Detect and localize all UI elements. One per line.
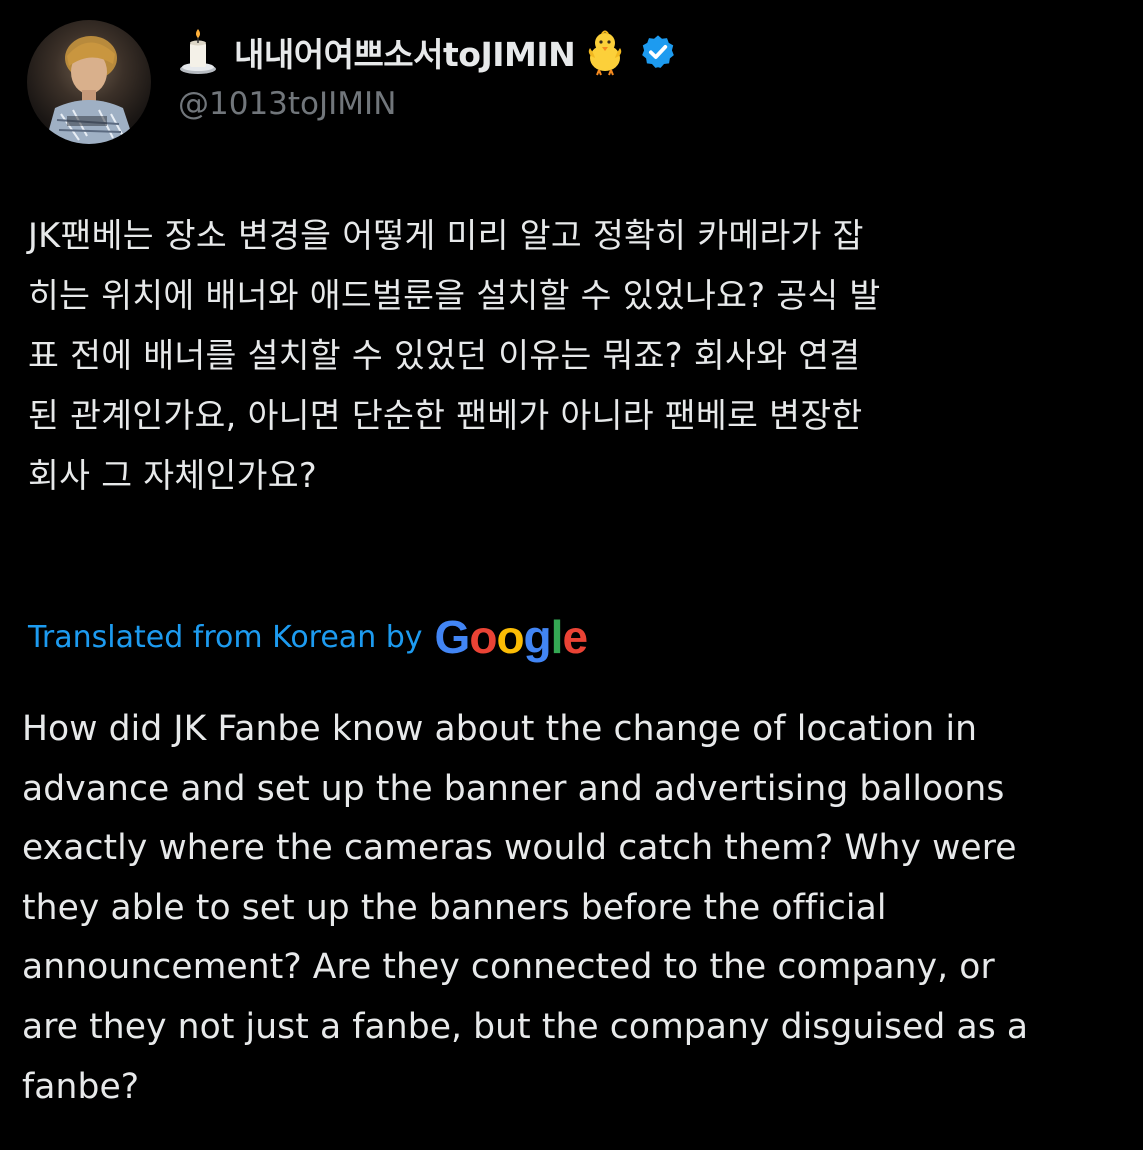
google-logo-letter: e (562, 611, 588, 663)
translation-line: exactly where the cameras would catch th… (22, 828, 1017, 869)
translation-line: How did JK Fanbe know about the change o… (22, 709, 978, 749)
baby-chick-icon (581, 28, 629, 76)
display-name[interactable]: 내내어여쁘소서toJIMIN (234, 28, 576, 76)
tweet-translation-text: How did JK Fanbe know about the change o… (22, 700, 1132, 1117)
google-logo: Google (434, 610, 588, 664)
verified-badge-icon[interactable] (639, 33, 677, 71)
google-logo-letter: o (469, 611, 497, 663)
translation-line: are they not just a fanbe, but the compa… (22, 1006, 1029, 1047)
google-logo-letter: G (434, 611, 471, 663)
tweet: 내내어여쁘소서toJIMIN @1013toJIMIN JK팬베는 장소 변경을… (0, 0, 1143, 1150)
translation-attribution[interactable]: Translated from Korean by Google (28, 610, 588, 664)
google-logo-letter: o (496, 611, 524, 663)
tweet-header: 내내어여쁘소서toJIMIN @1013toJIMIN (178, 24, 677, 134)
translation-line: they able to set up the banners before t… (22, 887, 887, 928)
original-line: 히는 위치에 배너와 애드벌룬을 설치할 수 있었나요? 공식 발 (28, 276, 881, 315)
original-line: 된 관계인가요, 아니면 단순한 팬베가 아니라 팬베로 변장한 (28, 396, 863, 435)
original-line: JK팬베는 장소 변경을 어떻게 미리 알고 정확히 카메라가 잡 (28, 216, 864, 255)
translation-line: fanbe? (22, 1066, 140, 1107)
google-logo-letter: g (523, 611, 552, 663)
name-row: 내내어여쁘소서toJIMIN (178, 24, 677, 80)
avatar[interactable] (27, 20, 151, 144)
tweet-original-text: JK팬베는 장소 변경을 어떻게 미리 알고 정확히 카메라가 잡 히는 위치에… (28, 206, 1128, 506)
avatar-image (45, 36, 135, 144)
user-handle[interactable]: @1013toJIMIN (178, 86, 677, 122)
google-logo-letter: l (550, 611, 564, 663)
translated-by-label[interactable]: Translated from Korean by (28, 620, 423, 655)
original-line: 회사 그 자체인가요? (28, 456, 317, 495)
translation-line: advance and set up the banner and advert… (22, 768, 1005, 809)
original-line: 표 전에 배너를 설치할 수 있었던 이유는 뭐죠? 회사와 연결 (28, 336, 861, 375)
candle-icon (178, 29, 218, 75)
translation-line: announcement? Are they connected to the … (22, 947, 995, 988)
